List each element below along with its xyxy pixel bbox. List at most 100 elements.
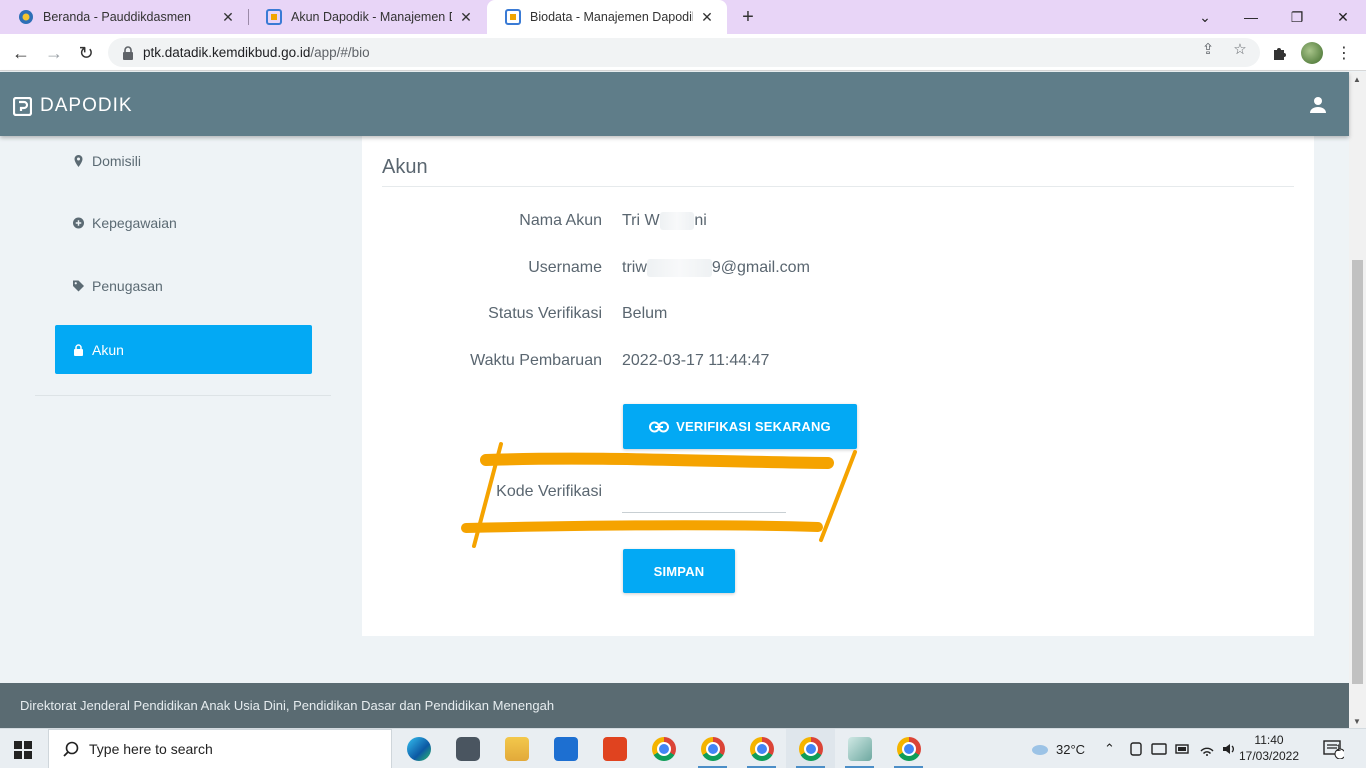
card-title: Akun xyxy=(382,156,428,178)
browser-menu-icon[interactable]: ⋮ xyxy=(1333,42,1355,64)
bookmark-star-icon[interactable]: ☆ xyxy=(1231,40,1249,58)
browser-tab-strip: Beranda - Pauddikdasmen ✕ Akun Dapodik -… xyxy=(0,0,1366,34)
scrollbar-thumb[interactable] xyxy=(1352,260,1363,684)
search-icon xyxy=(63,741,79,757)
field-label: Nama Akun xyxy=(519,212,602,229)
sidebar-item-penugasan[interactable]: Penugasan xyxy=(55,261,312,310)
profile-avatar[interactable] xyxy=(1301,42,1323,64)
edge-app-icon[interactable] xyxy=(394,729,443,768)
field-value: triwahyuni199@gmail.com xyxy=(622,259,810,277)
chrome-profile-app-icon[interactable] xyxy=(884,729,933,768)
redacted-text: ahyu xyxy=(659,212,695,230)
weather-widget[interactable]: 32°C xyxy=(1030,729,1085,768)
office-app-icon[interactable] xyxy=(590,729,639,768)
new-tab-icon[interactable]: + xyxy=(736,5,760,29)
button-label: VERIFIKASI SEKARANG xyxy=(676,419,831,434)
tab-beranda[interactable]: Beranda - Pauddikdasmen ✕ xyxy=(0,0,248,34)
file-explorer-icon[interactable] xyxy=(492,729,541,768)
field-waktu-pembaruan: Waktu Pembaruan 2022-03-17 11:44:47 xyxy=(362,352,1314,374)
padlock-icon xyxy=(123,45,133,60)
notification-center-icon[interactable]: 1 xyxy=(1322,729,1344,768)
extensions-puzzle-icon[interactable] xyxy=(1269,42,1291,64)
weather-cloud-icon xyxy=(1032,745,1048,755)
divider xyxy=(382,186,1294,187)
camera-app-icon[interactable] xyxy=(443,729,492,768)
reload-icon[interactable]: ↻ xyxy=(73,40,99,66)
sidebar-menu: Domisili Kepegawaian Penugasan Akun xyxy=(35,136,331,396)
app-footer: Direktorat Jenderal Pendidikan Anak Usia… xyxy=(0,683,1349,728)
url-path: /app/#/bio xyxy=(310,45,370,60)
lock-icon xyxy=(74,343,83,356)
brand-name: DAPODIK xyxy=(40,95,133,116)
close-tab-icon[interactable]: ✕ xyxy=(458,9,474,25)
field-kode-verifikasi: Kode Verifikasi xyxy=(362,483,1314,505)
tray-app-icon[interactable] xyxy=(1151,741,1167,757)
field-value: Tri Wahyuni xyxy=(622,212,707,230)
sidebar-item-kepegawaian[interactable]: Kepegawaian xyxy=(55,198,312,247)
field-nama-akun: Nama Akun Tri Wahyuni xyxy=(362,212,1314,234)
taskbar-clock[interactable]: 11:40 17/03/2022 xyxy=(1238,732,1300,764)
sidebar-item-akun[interactable]: Akun xyxy=(55,325,312,374)
url-host: ptk.datadik.kemdikbud.go.id xyxy=(143,45,311,60)
mail-app-icon[interactable] xyxy=(541,729,590,768)
map-marker-icon xyxy=(74,154,83,167)
tab-akun-dapodik[interactable]: Akun Dapodik - Manajemen Dap ✕ xyxy=(248,0,486,34)
battery-icon[interactable] xyxy=(1175,741,1191,757)
footer-text: Direktorat Jenderal Pendidikan Anak Usia… xyxy=(20,698,555,713)
back-arrow-icon[interactable]: ← xyxy=(8,40,34,66)
user-account-icon[interactable] xyxy=(1309,96,1327,114)
tab-biodata[interactable]: Biodata - Manajemen Dapodik ✕ xyxy=(487,0,727,34)
close-tab-icon[interactable]: ✕ xyxy=(699,9,715,25)
close-window-icon[interactable]: ✕ xyxy=(1320,0,1366,34)
kode-verifikasi-input[interactable] xyxy=(622,491,786,513)
app-header: DAPODIK xyxy=(0,72,1349,136)
chevron-up-icon[interactable]: ⌃ xyxy=(1104,741,1120,757)
chrome-profile-app-icon[interactable] xyxy=(737,729,786,768)
simpan-button[interactable]: SIMPAN xyxy=(623,549,735,593)
restore-icon[interactable]: ❐ xyxy=(1274,0,1320,34)
tab-title: Beranda - Pauddikdasmen xyxy=(43,10,192,24)
chrome-app-icon[interactable] xyxy=(639,729,688,768)
sidebar-item-domisili[interactable]: Domisili xyxy=(55,136,312,185)
tray-app-icon[interactable] xyxy=(1128,741,1144,757)
clock-date: 17/03/2022 xyxy=(1238,749,1300,763)
dapodik-favicon-icon xyxy=(505,9,521,25)
scroll-down-icon[interactable]: ▼ xyxy=(1353,717,1361,726)
volume-icon[interactable] xyxy=(1221,741,1237,757)
url-text: ptk.datadik.kemdikbud.go.id/app/#/bio xyxy=(143,45,370,60)
brand[interactable]: DAPODIK xyxy=(13,95,133,117)
field-value: 2022-03-17 11:44:47 xyxy=(622,352,770,369)
plus-circle-icon xyxy=(73,217,84,228)
forward-arrow-icon[interactable]: → xyxy=(41,40,67,66)
address-bar[interactable]: ptk.datadik.kemdikbud.go.id/app/#/bio xyxy=(108,38,1260,67)
sidebar-item-label: Akun xyxy=(92,341,124,358)
chrome-profile-app-icon[interactable] xyxy=(786,729,835,768)
wifi-icon[interactable] xyxy=(1199,741,1215,757)
windows-start-icon[interactable] xyxy=(14,741,32,759)
sidebar-item-label: Penugasan xyxy=(92,277,163,294)
minimize-icon[interactable]: — xyxy=(1228,0,1274,34)
document-app-icon[interactable] xyxy=(835,729,884,768)
share-icon[interactable]: ⇪ xyxy=(1199,40,1217,58)
field-username: Username triwahyuni199@gmail.com xyxy=(362,259,1314,281)
akun-card: Akun Nama Akun Tri Wahyuni Username triw… xyxy=(362,136,1314,636)
tab-title: Akun Dapodik - Manajemen Dap xyxy=(291,10,452,24)
tab-title: Biodata - Manajemen Dapodik xyxy=(530,10,693,24)
field-label: Status Verifikasi xyxy=(488,305,602,322)
field-status-verifikasi: Status Verifikasi Belum xyxy=(362,305,1314,327)
sidebar-item-label: Kepegawaian xyxy=(92,214,177,231)
tab-search-chevron-icon[interactable]: ⌄ xyxy=(1182,0,1228,34)
scroll-up-icon[interactable]: ▲ xyxy=(1353,75,1361,84)
clock-time: 11:40 xyxy=(1254,733,1284,747)
close-tab-icon[interactable]: ✕ xyxy=(220,9,236,25)
page-scrollbar[interactable]: ▲ ▼ xyxy=(1349,72,1366,728)
field-label: Waktu Pembaruan xyxy=(470,352,602,369)
tutwuri-favicon-icon xyxy=(19,10,33,24)
verifikasi-sekarang-button[interactable]: VERIFIKASI SEKARANG xyxy=(623,404,857,449)
chrome-profile-app-icon[interactable] xyxy=(688,729,737,768)
taskbar-search-box[interactable]: Type here to search xyxy=(48,729,392,768)
weather-temp: 32°C xyxy=(1056,741,1086,757)
notification-count: 1 xyxy=(1336,743,1342,753)
redacted-text: ahyuni19 xyxy=(646,259,712,277)
tag-icon xyxy=(73,280,84,291)
